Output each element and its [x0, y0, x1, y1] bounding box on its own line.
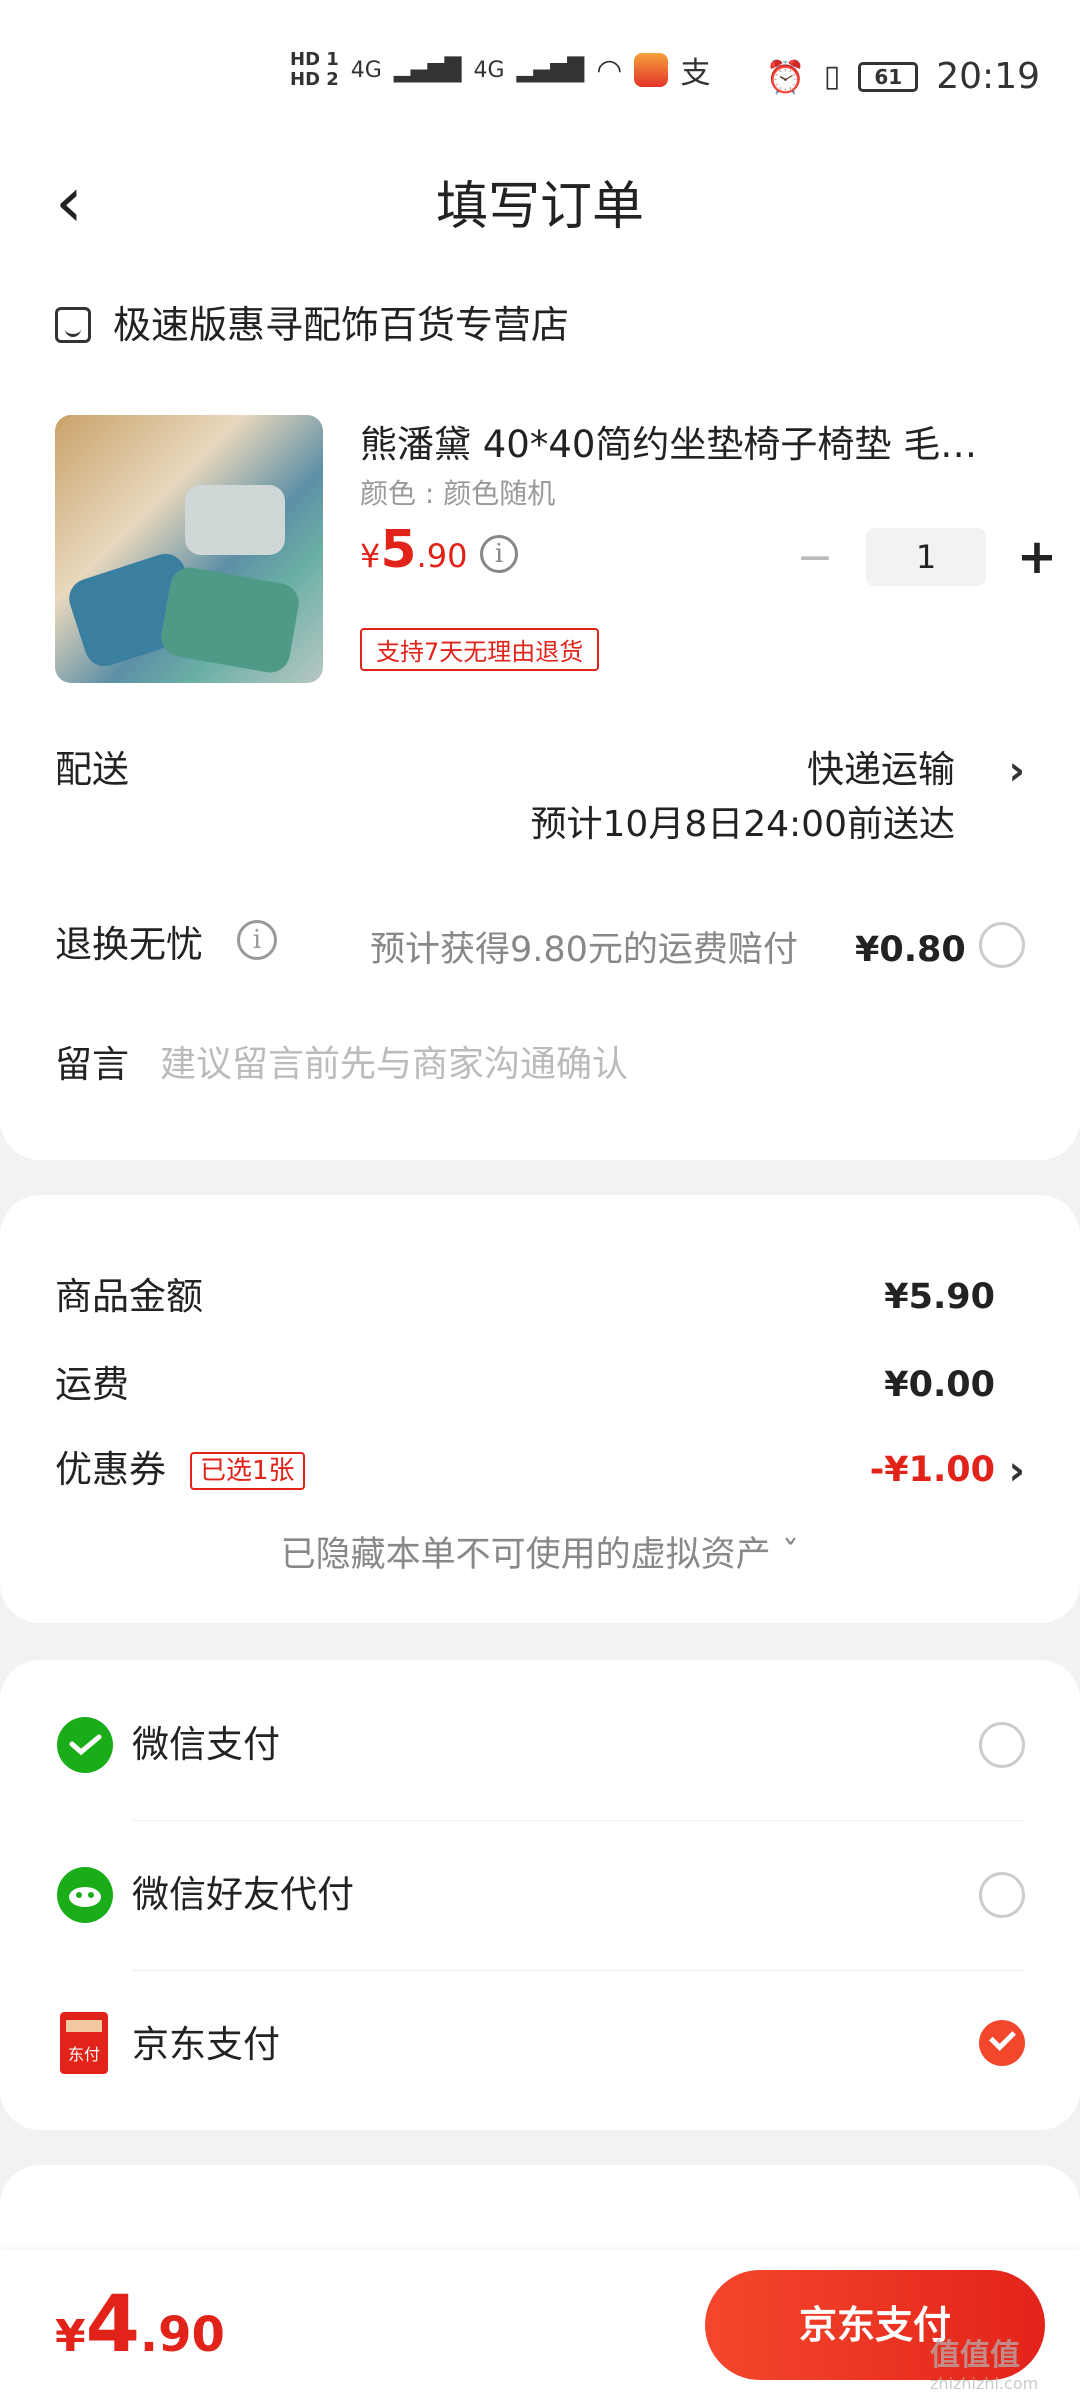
quantity-stepper: − 1 + — [790, 528, 1062, 586]
quantity-value[interactable]: 1 — [866, 528, 986, 586]
wechat-pay-icon — [57, 1717, 113, 1773]
alipay-icon: 支 — [680, 56, 711, 91]
message-input[interactable]: 建议留言前先与商家沟通确认 — [160, 1040, 628, 1090]
watermark-main: 值值值 — [930, 2338, 1020, 2373]
total-int: 4 — [85, 2280, 140, 2370]
price-info-icon[interactable]: i — [480, 535, 518, 573]
shop-name: 极速版惠寻配饰百货专营店 — [113, 303, 570, 347]
signal-icon: ▂▄▆█ — [393, 57, 462, 83]
payment-label: 微信支付 — [132, 1723, 280, 1766]
payment-label: 京东支付 — [132, 2023, 280, 2066]
goods-amount-value: ¥5.90 — [884, 1277, 995, 1317]
page-title: 填写订单 — [435, 177, 644, 237]
wechat-friend-radio[interactable] — [979, 1872, 1025, 1918]
coupon-badge: 已选1张 — [190, 1452, 305, 1490]
price-int: 5 — [380, 520, 417, 580]
nav-bar: ‹ 填写订单 — [0, 150, 1080, 260]
jd-pay-icon-text: 东付 — [68, 2045, 100, 2064]
total-symbol: ¥ — [55, 2311, 86, 2362]
hidden-assets-toggle[interactable]: 已隐藏本单不可使用的虚拟资产 ˇ — [0, 1530, 1080, 1580]
insurance-label: 退换无忧 — [55, 923, 203, 966]
payment-option-wechat-friend[interactable]: 微信好友代付 — [0, 1820, 1080, 1970]
status-right: ⏰ ▯ 61 20:19 — [766, 56, 1040, 97]
jd-pay-radio[interactable] — [979, 2020, 1025, 2066]
info-icon[interactable]: i — [237, 920, 277, 960]
network-label: 4G — [350, 57, 382, 83]
chevron-right-icon[interactable]: › — [1009, 748, 1025, 794]
vibrate-icon: ▯ — [823, 59, 841, 94]
alarm-icon: ⏰ — [765, 57, 806, 96]
message-label: 留言 — [55, 1043, 129, 1086]
total-price: ¥4.90 — [55, 2280, 225, 2370]
product-spec: 颜色 : 颜色随机 — [360, 477, 556, 510]
signal-icon-2: ▂▄▆█ — [516, 57, 585, 83]
price-symbol: ¥ — [360, 537, 381, 575]
coupon-value[interactable]: -¥1.00 — [870, 1445, 995, 1495]
payment-option-wechat[interactable]: 微信支付 — [0, 1670, 1080, 1820]
insurance-radio[interactable] — [979, 922, 1025, 968]
insurance-desc: 预计获得9.80元的运费赔付 — [370, 930, 798, 970]
coupon-chevron-icon[interactable]: › — [1009, 1448, 1025, 1494]
delivery-label: 配送 — [55, 748, 129, 791]
wechat-radio[interactable] — [979, 1722, 1025, 1768]
app-notification-icon — [634, 53, 669, 87]
product-image[interactable] — [55, 415, 323, 683]
total-dec: .90 — [139, 2307, 225, 2363]
shipping-label: 运费 — [55, 1363, 129, 1406]
hd2-label: HD 2 — [290, 69, 339, 90]
hd-indicators: HD 1 HD 2 — [290, 50, 339, 90]
increase-button[interactable]: + — [1012, 529, 1062, 585]
status-bar: HD 1 HD 2 4G ▂▄▆█ 4G ▂▄▆█ ◠ 支 ⏰ ▯ 61 20:… — [0, 0, 1080, 150]
order-card: 极速版惠寻配饰百货专营店 熊潘黛 40*40简约坐垫椅子椅垫 毛… 颜色 : 颜… — [0, 260, 1080, 1160]
coupon-label: 优惠券 — [55, 1448, 166, 1491]
jd-pay-icon: 东付 — [60, 2012, 108, 2074]
network-label-2: 4G — [473, 57, 505, 83]
shipping-value: ¥0.00 — [884, 1365, 995, 1405]
payment-label: 微信好友代付 — [132, 1873, 354, 1916]
wechat-friend-pay-icon — [57, 1867, 113, 1923]
payment-option-jd[interactable]: 东付 京东支付 — [0, 1970, 1080, 2120]
decrease-button[interactable]: − — [790, 532, 840, 583]
shop-row[interactable]: 极速版惠寻配饰百货专营店 — [55, 300, 569, 350]
product-price: ¥5.90 — [360, 520, 467, 580]
clock: 20:19 — [936, 56, 1040, 97]
wifi-icon: ◠ — [596, 52, 623, 88]
delivery-eta: 预计10月8日24:00前送达 — [530, 804, 955, 845]
return-policy-tag: 支持7天无理由退货 — [360, 628, 600, 671]
bottom-bar: ¥4.90 京东支付 — [0, 2250, 1080, 2400]
shop-icon — [55, 307, 91, 343]
insurance-price: ¥0.80 — [855, 930, 966, 970]
watermark: 值值值 zhizhizhi.com — [930, 2330, 1038, 2393]
status-left: HD 1 HD 2 4G ▂▄▆█ 4G ▂▄▆█ ◠ 支 — [290, 48, 710, 92]
watermark-sub: zhizhizhi.com — [930, 2374, 1039, 2393]
delivery-method[interactable]: 快递运输 — [807, 745, 955, 795]
hd1-label: HD 1 — [290, 49, 339, 70]
price-dec: .90 — [416, 537, 468, 575]
battery-icon: 61 — [858, 61, 919, 92]
product-title[interactable]: 熊潘黛 40*40简约坐垫椅子椅垫 毛… — [360, 420, 1000, 470]
goods-amount-label: 商品金额 — [55, 1275, 203, 1318]
